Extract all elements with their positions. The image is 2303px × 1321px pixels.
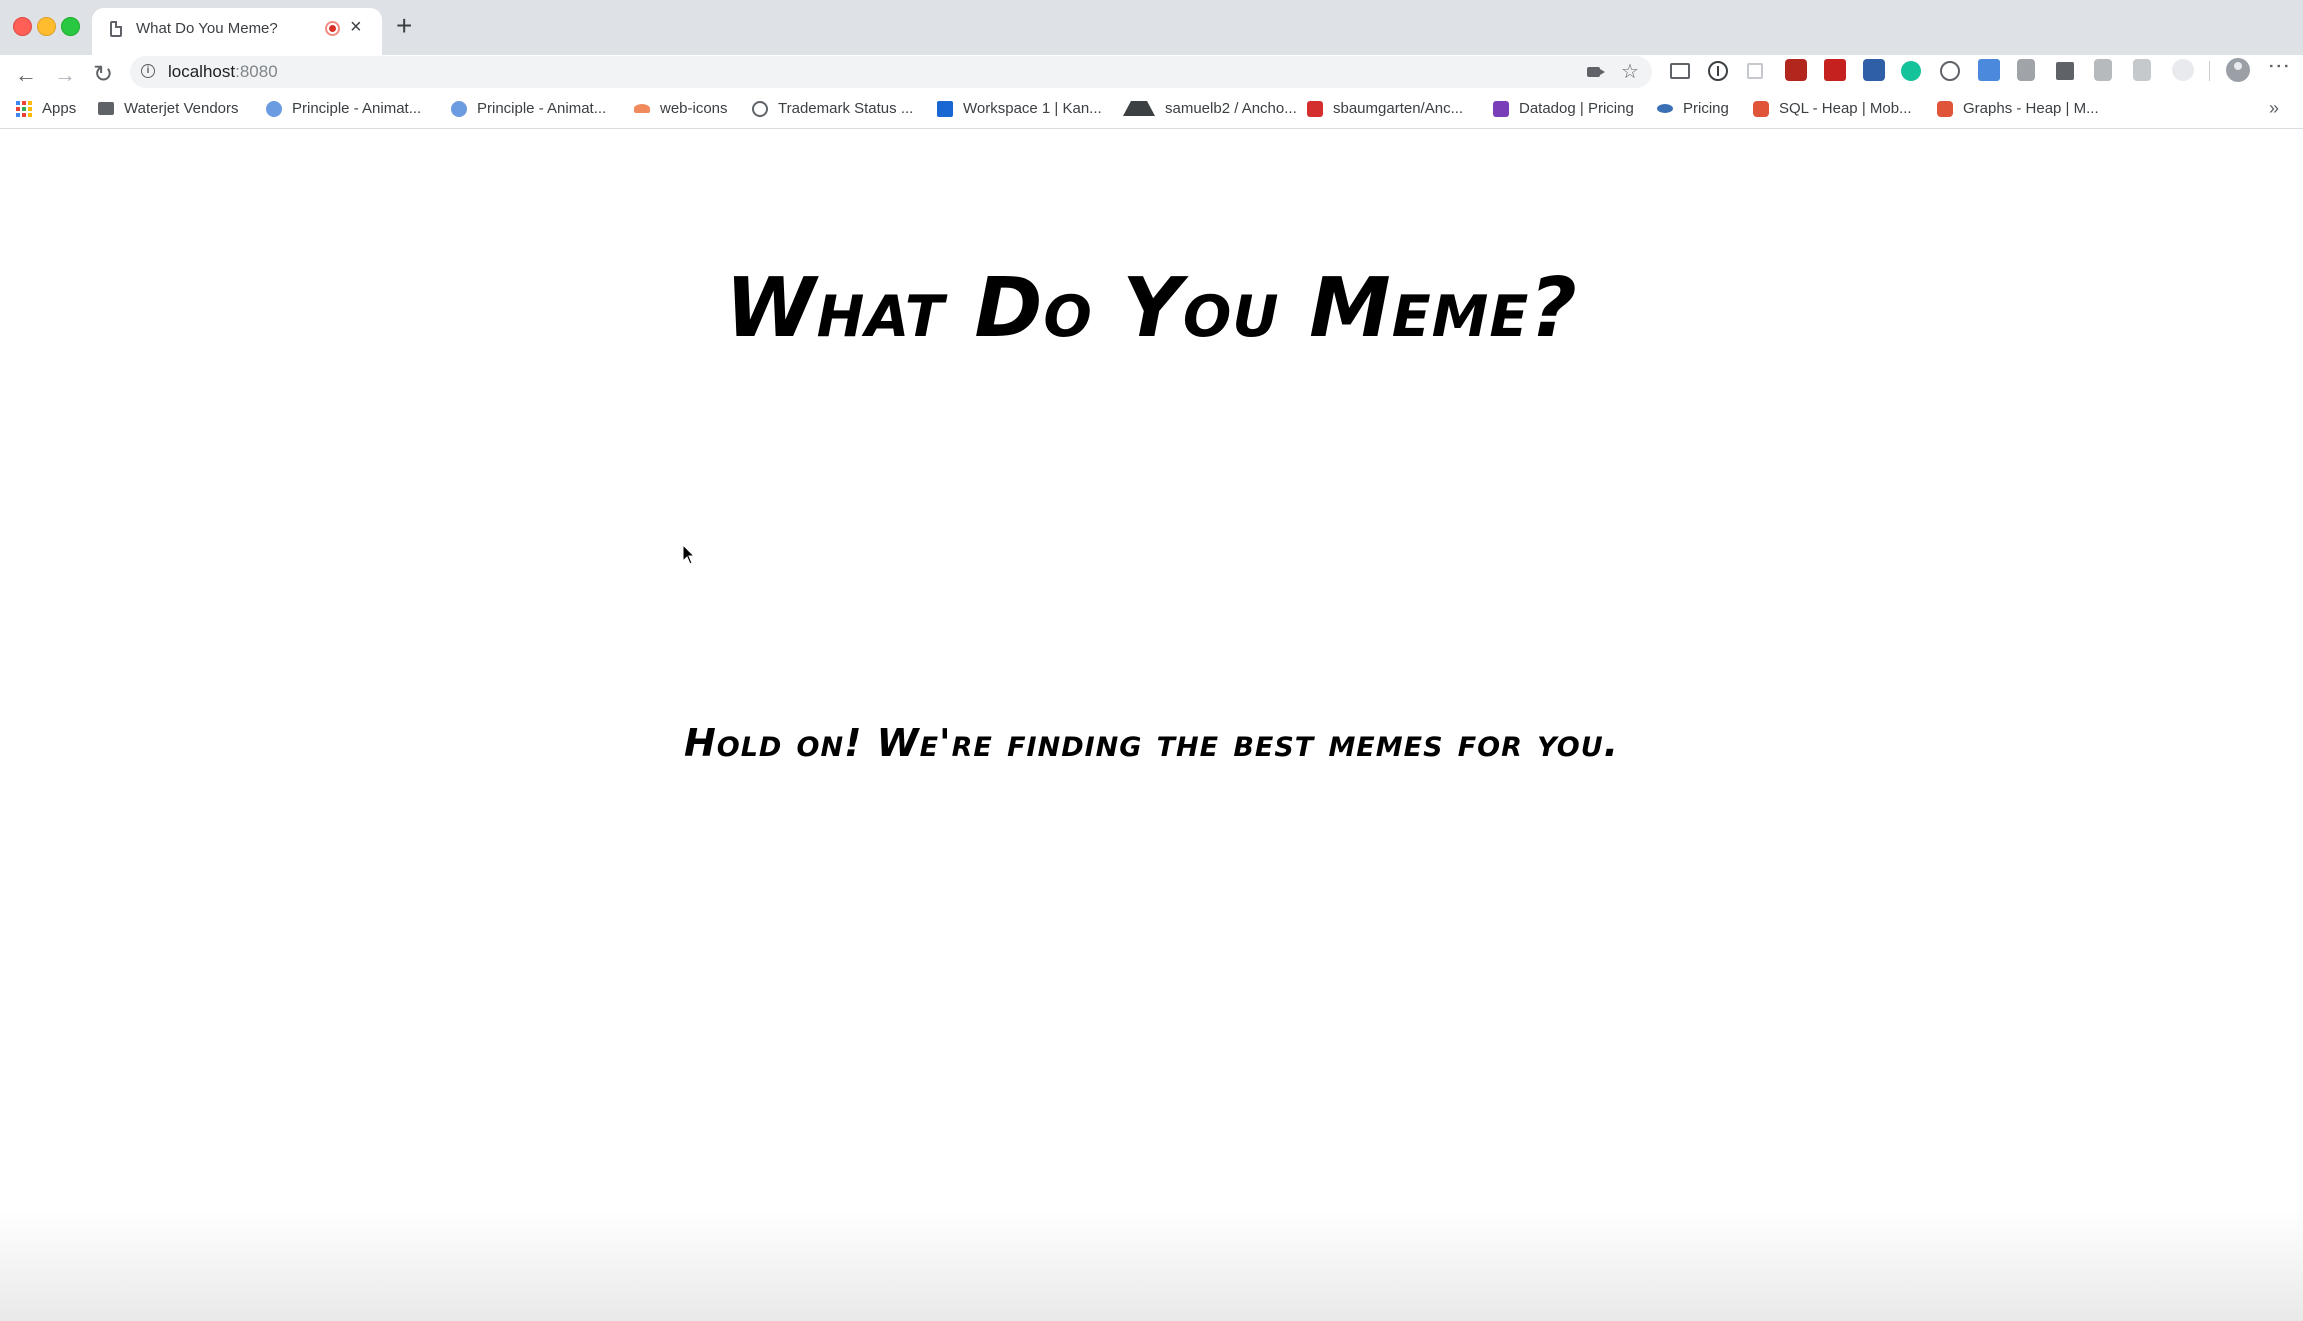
bookmark-pricing[interactable]: Pricing — [1657, 100, 1729, 117]
bookmark-samuelb2[interactable]: samuelb2 / Ancho... — [1123, 100, 1297, 117]
extension-tag-icon[interactable] — [2133, 59, 2151, 81]
bookmark-sql-heap[interactable]: SQL - Heap | Mob... — [1753, 100, 1912, 117]
extension-image-icon[interactable] — [1863, 59, 1885, 81]
new-tab-button[interactable]: + — [396, 12, 412, 40]
cast-icon[interactable] — [1670, 63, 1690, 79]
bookmark-datadog-pricing[interactable]: Datadog | Pricing — [1493, 100, 1634, 117]
bookmark-label: SQL - Heap | Mob... — [1779, 100, 1912, 117]
toolbar-divider — [2209, 61, 2210, 81]
bookmark-label: Principle - Animat... — [292, 100, 422, 117]
tab-strip: What Do You Meme? × + — [0, 0, 2303, 55]
page-content: What Do You Meme? Hold on! We're finding… — [0, 129, 2303, 1321]
folder-icon — [98, 102, 114, 115]
bookmark-label: Waterjet Vendors — [124, 100, 239, 117]
back-arrow-icon[interactable]: ← — [15, 64, 37, 86]
bookmark-label: Datadog | Pricing — [1519, 100, 1634, 117]
bookmark-apps[interactable]: Apps — [16, 100, 76, 117]
workspace-icon — [937, 100, 953, 117]
bookmark-graphs-heap[interactable]: Graphs - Heap | M... — [1937, 100, 2099, 117]
browser-tab-active[interactable]: What Do You Meme? × — [92, 8, 382, 55]
address-url[interactable]: localhost:8080 — [168, 62, 278, 82]
bookmarks-overflow-icon[interactable]: » — [2269, 98, 2279, 119]
heap-icon — [1753, 100, 1769, 117]
bookmarks-bar: Apps Waterjet Vendors Principle - Animat… — [0, 94, 2303, 129]
bookmark-web-icons[interactable]: web-icons — [634, 100, 728, 117]
reload-icon[interactable]: ↻ — [93, 63, 113, 87]
window-maximize-button[interactable] — [61, 17, 80, 36]
recording-indicator-icon — [325, 21, 340, 36]
bookmark-label: sbaumgarten/Anc... — [1333, 100, 1464, 117]
trademark-icon — [752, 100, 768, 117]
bookmark-waterjet-vendors[interactable]: Waterjet Vendors — [98, 100, 239, 117]
extension-d-icon[interactable] — [2094, 59, 2112, 81]
globe-icon — [451, 100, 467, 117]
bookmark-label: Workspace 1 | Kan... — [963, 100, 1102, 117]
browser-menu-icon[interactable]: ⋮ — [2267, 55, 2292, 74]
pricing-icon — [1657, 104, 1673, 113]
bookmark-label: Trademark Status ... — [778, 100, 914, 117]
grammarly-icon[interactable] — [1901, 61, 1921, 81]
bottom-fade — [0, 1211, 2303, 1321]
tab-title: What Do You Meme? — [136, 20, 278, 37]
site-info-icon[interactable]: i — [141, 64, 155, 78]
document-icon — [110, 21, 122, 37]
password-manager-icon[interactable] — [1708, 61, 1728, 81]
extension-gray-icon[interactable] — [2017, 59, 2035, 81]
extension-code-icon[interactable] — [1940, 61, 1960, 81]
bookmark-principle-2[interactable]: Principle - Animat... — [451, 100, 606, 117]
extension-white-icon[interactable] — [2172, 59, 2194, 81]
bookmark-label: Pricing — [1683, 100, 1729, 117]
bookmark-principle-1[interactable]: Principle - Animat... — [266, 100, 421, 117]
tab-close-icon[interactable]: × — [350, 17, 362, 37]
bookmark-workspace[interactable]: Workspace 1 | Kan... — [937, 100, 1102, 117]
extension-hook-icon[interactable] — [2056, 62, 2074, 80]
url-port: :8080 — [235, 62, 278, 81]
bookmark-trademark-status[interactable]: Trademark Status ... — [752, 100, 913, 117]
oracle-icon — [1307, 100, 1323, 117]
url-host: localhost — [168, 62, 236, 81]
window-minimize-button[interactable] — [37, 17, 56, 36]
sushi-icon — [634, 104, 650, 113]
extension-screenshot-icon[interactable] — [1978, 59, 2000, 81]
apps-grid-icon — [16, 100, 32, 117]
extension-grid-icon[interactable] — [1747, 63, 1763, 79]
datadog-icon — [1493, 100, 1509, 117]
bookmark-label: Graphs - Heap | M... — [1963, 100, 2099, 117]
extension-red-chart-icon[interactable] — [1785, 59, 1807, 81]
profile-avatar-icon[interactable] — [2226, 58, 2250, 82]
bookmark-label: samuelb2 / Ancho... — [1165, 100, 1297, 117]
mouse-cursor-icon — [682, 544, 696, 565]
camera-in-use-icon[interactable] — [1587, 67, 1605, 77]
bookmark-star-icon[interactable]: ☆ — [1621, 59, 1639, 84]
bookmark-label: Principle - Animat... — [477, 100, 607, 117]
globe-icon — [266, 100, 282, 117]
anchor-icon — [1123, 101, 1155, 116]
bookmark-label: web-icons — [660, 100, 728, 117]
extension-red-icon[interactable] — [1824, 59, 1846, 81]
bookmark-label: Apps — [42, 100, 77, 117]
page-title: What Do You Meme? — [725, 261, 1578, 356]
bookmark-sbaumgarten[interactable]: sbaumgarten/Anc... — [1307, 100, 1463, 117]
window-close-button[interactable] — [13, 17, 32, 36]
heap-icon — [1937, 100, 1953, 117]
address-bar[interactable]: i localhost:8080 ☆ — [130, 56, 1652, 88]
loading-message: Hold on! We're finding the best memes fo… — [683, 721, 1620, 765]
forward-arrow-icon[interactable]: → — [54, 64, 76, 86]
